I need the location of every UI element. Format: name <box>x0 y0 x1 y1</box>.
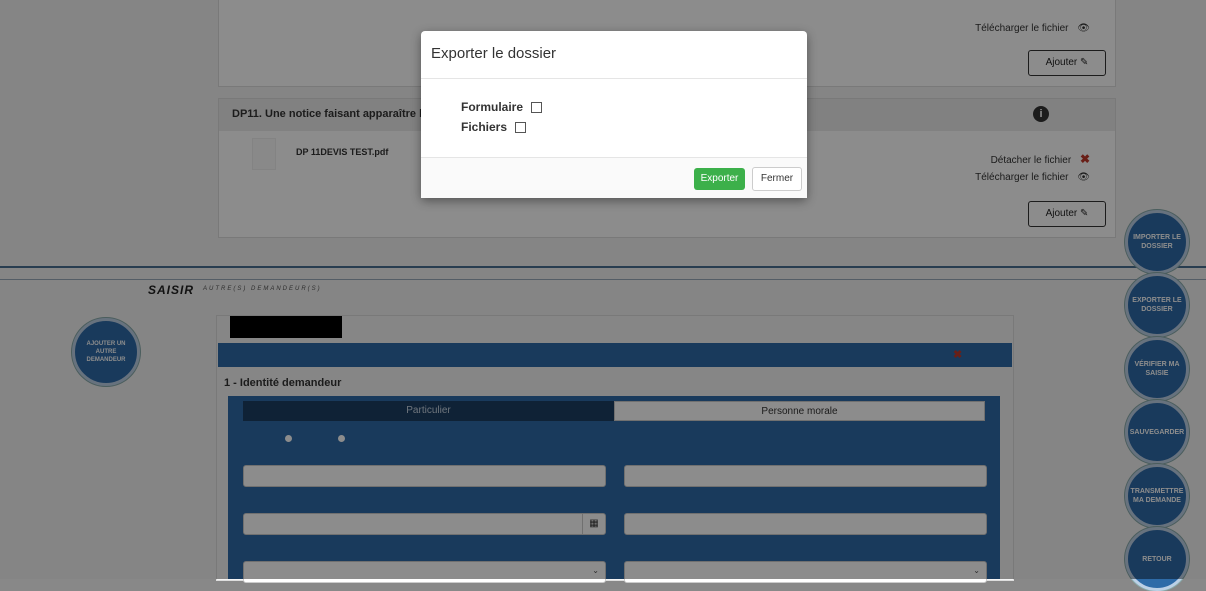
option-formulaire-label: Formulaire <box>461 100 524 114</box>
modal-footer <box>421 158 807 198</box>
option-fichiers-checkbox[interactable] <box>515 122 527 134</box>
export-button[interactable]: Exporter <box>694 168 745 190</box>
option-fichiers-label: Fichiers <box>461 120 508 134</box>
export-modal: Exporter le dossier Formulaire Fichiers … <box>421 31 807 198</box>
close-button[interactable]: Fermer <box>752 167 802 191</box>
option-fichiers-row[interactable]: Fichiers <box>461 120 527 134</box>
option-formulaire-row[interactable]: Formulaire <box>461 100 543 114</box>
modal-title: Exporter le dossier <box>431 45 557 62</box>
option-formulaire-checkbox[interactable] <box>531 102 543 114</box>
modal-header-divider <box>421 78 807 79</box>
